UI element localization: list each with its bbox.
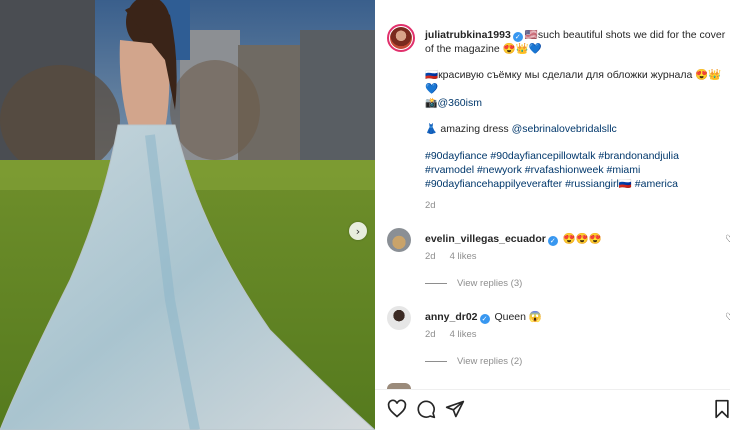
caption-header: juliatrubkina1993 ✓ 🇺🇸such beautiful shots… — [425, 28, 728, 56]
bookmark-icon[interactable] — [712, 399, 730, 419]
comment-icon[interactable] — [416, 399, 436, 419]
dress-text: amazing dress — [440, 123, 509, 135]
comment-time: 2d — [425, 251, 436, 262]
photographer-link[interactable]: @360ism — [437, 97, 482, 109]
dress-credit: 👗 amazing dress @sebrinalovebridalsllc — [425, 122, 728, 137]
post-photo[interactable]: › — [0, 0, 375, 430]
commenter-username[interactable]: anny_dr02 — [425, 311, 478, 323]
view-replies-button[interactable]: View replies (3) — [425, 278, 522, 289]
comment-meta: 2d 4 likes — [425, 329, 491, 340]
author-username[interactable]: juliatrubkina1993 — [425, 29, 511, 41]
commenter-avatar[interactable] — [387, 228, 411, 252]
heart-outline-icon[interactable]: ♡ — [725, 234, 730, 245]
heart-icon[interactable] — [387, 399, 407, 419]
chevron-right-icon: › — [355, 224, 361, 238]
commenter-avatar[interactable] — [387, 306, 411, 330]
verified-badge-icon: ✓ — [547, 236, 558, 246]
comment-text: Queen 😱 — [494, 311, 542, 323]
actions-divider — [375, 389, 730, 390]
view-replies-label: View replies (3) — [457, 278, 523, 289]
heart-outline-icon[interactable]: ♡ — [725, 312, 730, 323]
post-actions-bar — [387, 399, 730, 421]
photo-credit: 📸@360ism — [425, 96, 728, 111]
caption-russian: 🇷🇺красивую съёмку мы сделали для обложки… — [425, 68, 728, 96]
hashtags[interactable]: #90dayfiance #90dayfiancepillowtalk #bra… — [425, 149, 728, 191]
comment-meta: 2d 4 likes — [425, 251, 491, 262]
replies-dash — [425, 282, 447, 284]
view-replies-label: View replies (2) — [457, 356, 523, 367]
dress-designer-link[interactable]: @sebrinalovebridalsllc — [512, 123, 617, 135]
camera-icon: 📸 — [425, 98, 438, 109]
post-detail-panel: juliatrubkina1993 ✓ 🇺🇸such beautiful shots… — [375, 0, 730, 430]
comment-time: 2d — [425, 329, 436, 340]
post-time: 2d — [425, 200, 436, 211]
view-replies-button[interactable]: View replies (2) — [425, 356, 522, 367]
verified-badge-icon: ✓ — [512, 32, 523, 42]
commenter-username[interactable]: evelin_villegas_ecuador — [425, 233, 546, 245]
verified-badge-icon: ✓ — [479, 314, 490, 324]
comment-likes[interactable]: 4 likes — [450, 329, 477, 340]
comment-text-line: anny_dr02 ✓ Queen 😱 — [425, 310, 715, 324]
comment-likes[interactable]: 4 likes — [450, 251, 477, 262]
author-avatar[interactable] — [387, 24, 415, 52]
share-icon[interactable] — [445, 399, 465, 419]
photo-illustration — [0, 0, 375, 430]
dress-icon: 👗 — [425, 124, 438, 135]
caption-ru-text: 🇷🇺красивую съёмку мы сделали для обложки… — [425, 69, 722, 95]
comment-text: 😍😍😍 — [562, 233, 602, 245]
carousel-next-button[interactable]: › — [349, 222, 367, 240]
replies-dash — [425, 360, 447, 362]
comment-text-line: evelin_villegas_ecuador ✓ 😍😍😍 — [425, 232, 715, 246]
